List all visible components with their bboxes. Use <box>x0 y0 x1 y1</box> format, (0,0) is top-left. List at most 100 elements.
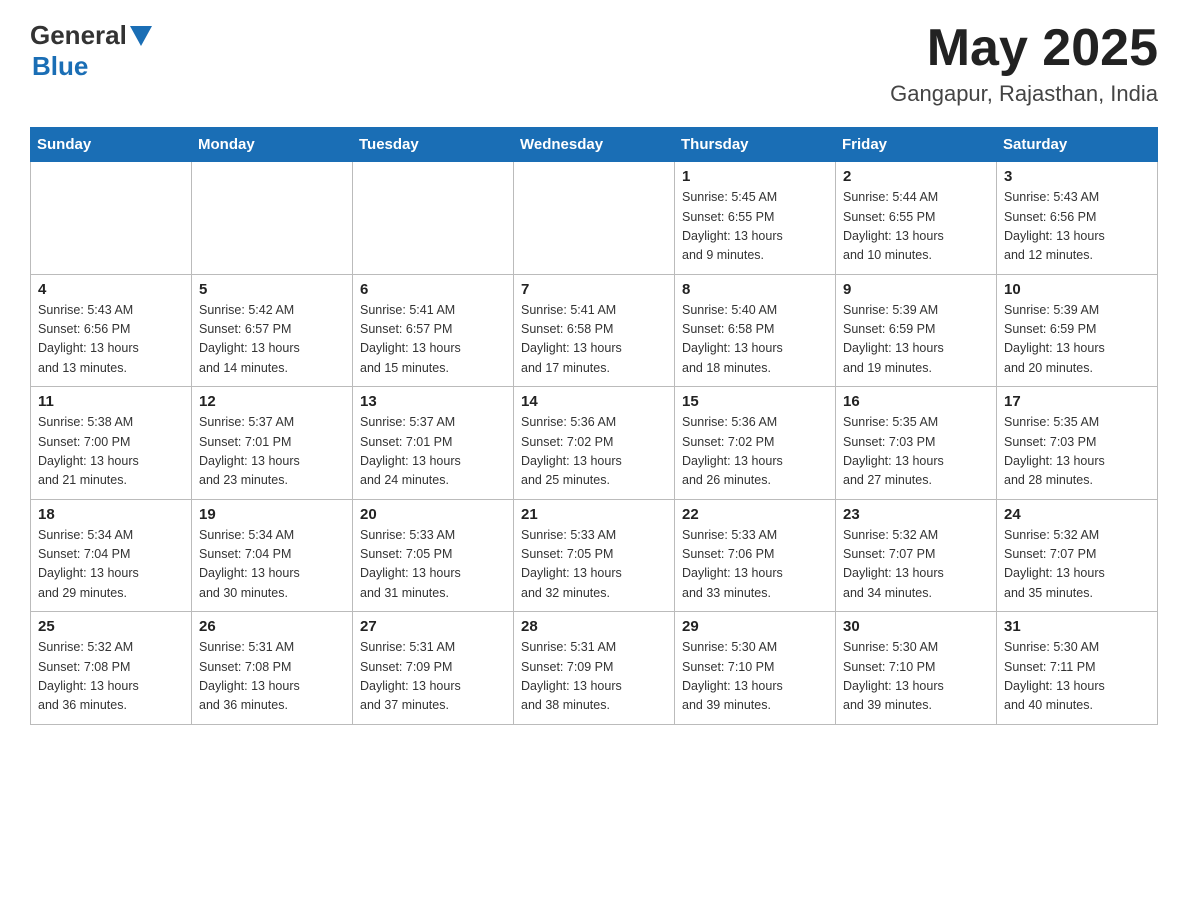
day-info: Sunrise: 5:33 AM Sunset: 7:05 PM Dayligh… <box>521 526 667 604</box>
day-number: 10 <box>1004 281 1150 298</box>
calendar-day-cell: 19 Sunrise: 5:34 AM Sunset: 7:04 PM Dayli… <box>192 499 353 612</box>
day-number: 5 <box>199 281 345 298</box>
calendar-week-row: 1Sunrise: 5:45 AM Sunset: 6:55 PM Daylig… <box>31 162 1158 275</box>
title-block: May 2025 Gangapur, Rajasthan, India <box>890 20 1158 107</box>
day-info: Sunrise: 5:36 AM Sunset: 7:02 PM Dayligh… <box>521 413 667 491</box>
day-info: Sunrise: 5:31 AM Sunset: 7:08 PM Dayligh… <box>199 638 345 716</box>
day-info: Sunrise: 5:38 AM Sunset: 7:00 PM Dayligh… <box>38 413 184 491</box>
day-number: 11 <box>38 393 184 410</box>
calendar-day-cell: 28 Sunrise: 5:31 AM Sunset: 7:09 PM Dayli… <box>514 612 675 725</box>
day-number: 3 <box>1004 168 1150 185</box>
weekday-header-saturday: Saturday <box>997 128 1158 162</box>
day-info: Sunrise: 5:37 AM Sunset: 7:01 PM Dayligh… <box>360 413 506 491</box>
day-number: 31 <box>1004 618 1150 635</box>
day-info: Sunrise: 5:32 AM Sunset: 7:07 PM Dayligh… <box>843 526 989 604</box>
day-info: Sunrise: 5:32 AM Sunset: 7:07 PM Dayligh… <box>1004 526 1150 604</box>
day-info: Sunrise: 5:39 AM Sunset: 6:59 PM Dayligh… <box>1004 301 1150 379</box>
calendar-location: Gangapur, Rajasthan, India <box>890 81 1158 107</box>
calendar-day-cell: 16 Sunrise: 5:35 AM Sunset: 7:03 PM Dayli… <box>836 387 997 500</box>
day-number: 26 <box>199 618 345 635</box>
weekday-header-monday: Monday <box>192 128 353 162</box>
calendar-day-cell: 6 Sunrise: 5:41 AM Sunset: 6:57 PM Daylig… <box>353 274 514 387</box>
day-info: Sunrise: 5:31 AM Sunset: 7:09 PM Dayligh… <box>360 638 506 716</box>
calendar-empty-cell <box>31 162 192 275</box>
calendar-day-cell: 13 Sunrise: 5:37 AM Sunset: 7:01 PM Dayli… <box>353 387 514 500</box>
day-number: 20 <box>360 506 506 523</box>
calendar-title: May 2025 <box>890 20 1158 77</box>
weekday-header-thursday: Thursday <box>675 128 836 162</box>
day-number: 29 <box>682 618 828 635</box>
day-info: Sunrise: 5:30 AM Sunset: 7:11 PM Dayligh… <box>1004 638 1150 716</box>
calendar-empty-cell <box>514 162 675 275</box>
day-info: Sunrise: 5:40 AM Sunset: 6:58 PM Dayligh… <box>682 301 828 379</box>
day-number: 4 <box>38 281 184 298</box>
calendar-day-cell: 15 Sunrise: 5:36 AM Sunset: 7:02 PM Dayli… <box>675 387 836 500</box>
calendar-day-cell: 22 Sunrise: 5:33 AM Sunset: 7:06 PM Dayli… <box>675 499 836 612</box>
day-number: 30 <box>843 618 989 635</box>
day-number: 13 <box>360 393 506 410</box>
day-number: 24 <box>1004 506 1150 523</box>
day-info: Sunrise: 5:41 AM Sunset: 6:57 PM Dayligh… <box>360 301 506 379</box>
calendar-day-cell: 11 Sunrise: 5:38 AM Sunset: 7:00 PM Dayli… <box>31 387 192 500</box>
day-info: Sunrise: 5:43 AM Sunset: 6:56 PM Dayligh… <box>1004 188 1150 266</box>
day-number: 23 <box>843 506 989 523</box>
day-number: 27 <box>360 618 506 635</box>
logo: General Blue <box>30 20 152 82</box>
day-info: Sunrise: 5:37 AM Sunset: 7:01 PM Dayligh… <box>199 413 345 491</box>
weekday-header-tuesday: Tuesday <box>353 128 514 162</box>
weekday-header-sunday: Sunday <box>31 128 192 162</box>
calendar-header-row: SundayMondayTuesdayWednesdayThursdayFrid… <box>31 128 1158 162</box>
calendar-day-cell: 1Sunrise: 5:45 AM Sunset: 6:55 PM Daylig… <box>675 162 836 275</box>
day-info: Sunrise: 5:33 AM Sunset: 7:06 PM Dayligh… <box>682 526 828 604</box>
calendar-day-cell: 5 Sunrise: 5:42 AM Sunset: 6:57 PM Daylig… <box>192 274 353 387</box>
day-info: Sunrise: 5:34 AM Sunset: 7:04 PM Dayligh… <box>38 526 184 604</box>
logo-triangle-icon <box>130 26 152 48</box>
calendar-day-cell: 18Sunrise: 5:34 AM Sunset: 7:04 PM Dayli… <box>31 499 192 612</box>
calendar-day-cell: 31 Sunrise: 5:30 AM Sunset: 7:11 PM Dayli… <box>997 612 1158 725</box>
day-info: Sunrise: 5:33 AM Sunset: 7:05 PM Dayligh… <box>360 526 506 604</box>
day-info: Sunrise: 5:35 AM Sunset: 7:03 PM Dayligh… <box>843 413 989 491</box>
calendar-week-row: 25 Sunrise: 5:32 AM Sunset: 7:08 PM Dayli… <box>31 612 1158 725</box>
page-header: General Blue May 2025 Gangapur, Rajastha… <box>30 20 1158 107</box>
calendar-day-cell: 21 Sunrise: 5:33 AM Sunset: 7:05 PM Dayli… <box>514 499 675 612</box>
day-number: 2 <box>843 168 989 185</box>
day-info: Sunrise: 5:39 AM Sunset: 6:59 PM Dayligh… <box>843 301 989 379</box>
day-number: 21 <box>521 506 667 523</box>
day-number: 19 <box>199 506 345 523</box>
day-number: 8 <box>682 281 828 298</box>
day-info: Sunrise: 5:30 AM Sunset: 7:10 PM Dayligh… <box>682 638 828 716</box>
day-info: Sunrise: 5:42 AM Sunset: 6:57 PM Dayligh… <box>199 301 345 379</box>
calendar-day-cell: 23 Sunrise: 5:32 AM Sunset: 7:07 PM Dayli… <box>836 499 997 612</box>
calendar-week-row: 18Sunrise: 5:34 AM Sunset: 7:04 PM Dayli… <box>31 499 1158 612</box>
day-number: 9 <box>843 281 989 298</box>
day-number: 6 <box>360 281 506 298</box>
day-number: 15 <box>682 393 828 410</box>
calendar-day-cell: 10 Sunrise: 5:39 AM Sunset: 6:59 PM Dayli… <box>997 274 1158 387</box>
day-number: 28 <box>521 618 667 635</box>
calendar-day-cell: 27 Sunrise: 5:31 AM Sunset: 7:09 PM Dayli… <box>353 612 514 725</box>
weekday-header-friday: Friday <box>836 128 997 162</box>
calendar-day-cell: 29 Sunrise: 5:30 AM Sunset: 7:10 PM Dayli… <box>675 612 836 725</box>
calendar-day-cell: 4Sunrise: 5:43 AM Sunset: 6:56 PM Daylig… <box>31 274 192 387</box>
day-number: 25 <box>38 618 184 635</box>
day-number: 16 <box>843 393 989 410</box>
logo-general-text: General <box>30 20 127 51</box>
day-info: Sunrise: 5:36 AM Sunset: 7:02 PM Dayligh… <box>682 413 828 491</box>
calendar-day-cell: 8 Sunrise: 5:40 AM Sunset: 6:58 PM Daylig… <box>675 274 836 387</box>
calendar-day-cell: 7Sunrise: 5:41 AM Sunset: 6:58 PM Daylig… <box>514 274 675 387</box>
calendar-table: SundayMondayTuesdayWednesdayThursdayFrid… <box>30 127 1158 725</box>
day-info: Sunrise: 5:34 AM Sunset: 7:04 PM Dayligh… <box>199 526 345 604</box>
day-info: Sunrise: 5:41 AM Sunset: 6:58 PM Dayligh… <box>521 301 667 379</box>
day-number: 14 <box>521 393 667 410</box>
calendar-week-row: 4Sunrise: 5:43 AM Sunset: 6:56 PM Daylig… <box>31 274 1158 387</box>
day-info: Sunrise: 5:32 AM Sunset: 7:08 PM Dayligh… <box>38 638 184 716</box>
day-info: Sunrise: 5:45 AM Sunset: 6:55 PM Dayligh… <box>682 188 828 266</box>
calendar-day-cell: 3 Sunrise: 5:43 AM Sunset: 6:56 PM Daylig… <box>997 162 1158 275</box>
day-info: Sunrise: 5:30 AM Sunset: 7:10 PM Dayligh… <box>843 638 989 716</box>
day-info: Sunrise: 5:31 AM Sunset: 7:09 PM Dayligh… <box>521 638 667 716</box>
day-info: Sunrise: 5:35 AM Sunset: 7:03 PM Dayligh… <box>1004 413 1150 491</box>
day-number: 22 <box>682 506 828 523</box>
weekday-header-wednesday: Wednesday <box>514 128 675 162</box>
calendar-day-cell: 30 Sunrise: 5:30 AM Sunset: 7:10 PM Dayli… <box>836 612 997 725</box>
calendar-day-cell: 17Sunrise: 5:35 AM Sunset: 7:03 PM Dayli… <box>997 387 1158 500</box>
